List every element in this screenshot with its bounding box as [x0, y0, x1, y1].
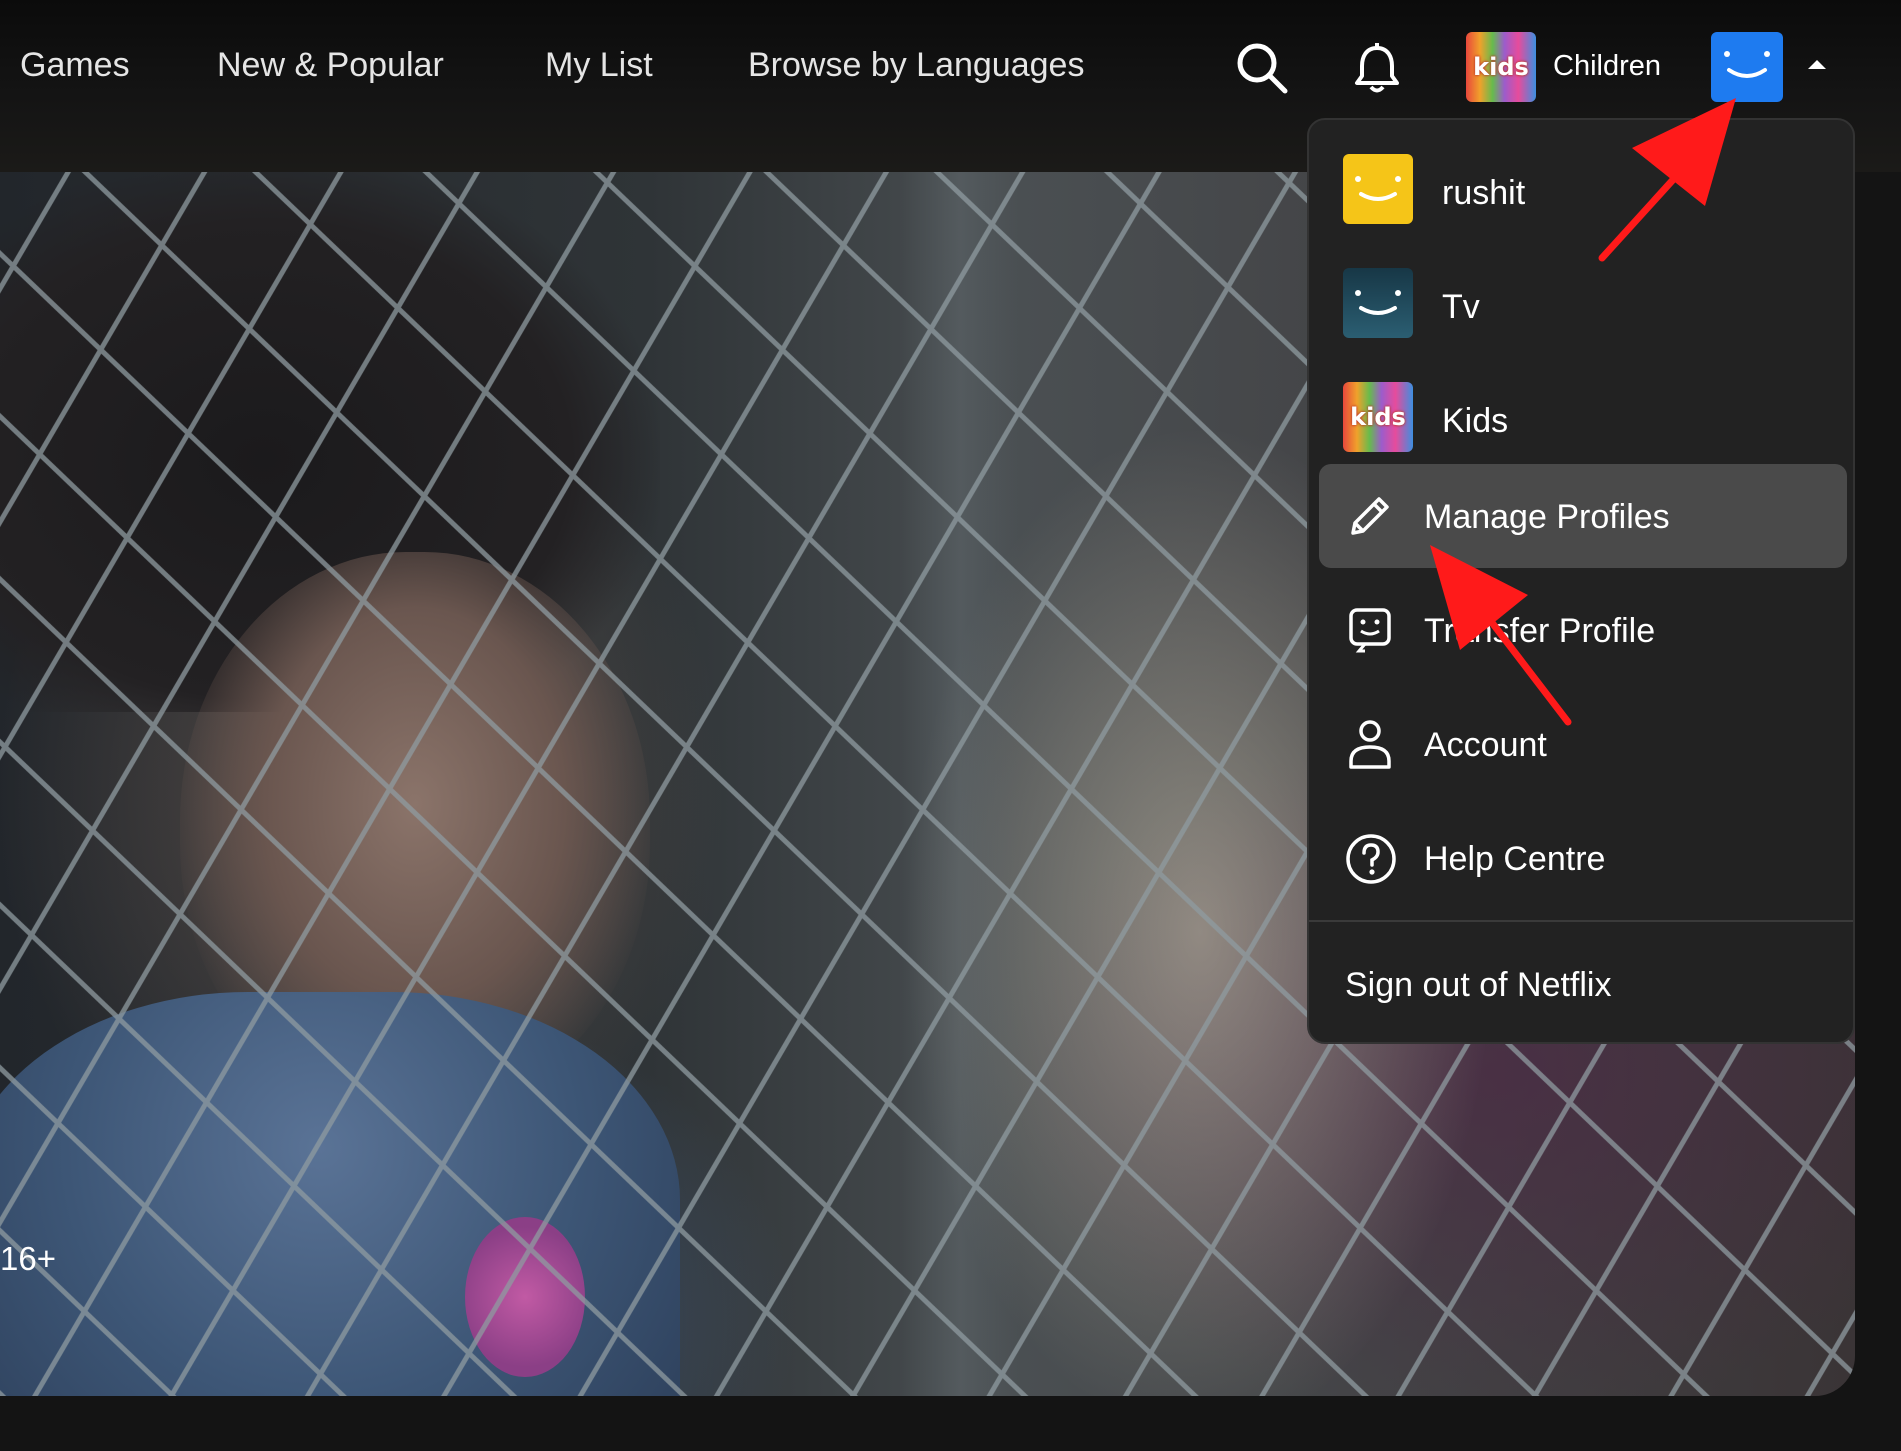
menu-help-centre[interactable]: Help Centre [1309, 806, 1853, 910]
children-link[interactable]: Children [1553, 50, 1661, 83]
help-icon [1345, 833, 1396, 884]
smiley-icon [1343, 268, 1413, 338]
nav-new-popular[interactable]: New & Popular [217, 46, 444, 85]
current-profile-avatar[interactable] [1711, 32, 1783, 102]
transfer-profile-icon [1345, 605, 1395, 655]
bell-icon[interactable] [1352, 42, 1402, 96]
smiley-icon [1727, 68, 1767, 78]
nav-my-list[interactable]: My List [545, 46, 653, 85]
kids-profile-icon: kids [1343, 382, 1413, 452]
menu-label: Account [1424, 726, 1547, 764]
menu-label: Manage Profiles [1424, 498, 1670, 536]
menu-divider [1309, 920, 1853, 922]
profile-item-kids[interactable]: kids Kids [1309, 372, 1853, 462]
menu-label: Help Centre [1424, 840, 1606, 878]
profile-name: rushit [1442, 174, 1526, 212]
search-icon[interactable] [1234, 40, 1290, 96]
caret-up-icon[interactable] [1808, 60, 1826, 69]
profile-name: Kids [1442, 402, 1509, 440]
profile-name: Tv [1442, 288, 1480, 326]
menu-manage-profiles[interactable]: Manage Profiles [1319, 464, 1847, 568]
kids-badge-text: kids [1473, 53, 1529, 81]
nav-browse-by-languages[interactable]: Browse by Languages [748, 46, 1084, 85]
menu-transfer-profile[interactable]: Transfer Profile [1309, 578, 1853, 682]
pencil-icon [1345, 491, 1395, 541]
person-icon [1345, 717, 1395, 769]
kids-profile-icon[interactable]: kids [1466, 32, 1536, 102]
smiley-icon [1343, 154, 1413, 224]
sign-out-link[interactable]: Sign out of Netflix [1345, 966, 1611, 1005]
menu-account[interactable]: Account [1309, 692, 1853, 796]
profile-item-tv[interactable]: Tv [1309, 258, 1853, 348]
nav-games[interactable]: Games [20, 46, 130, 85]
menu-label: Transfer Profile [1424, 612, 1656, 650]
maturity-rating: 16+ [0, 1240, 56, 1277]
profile-item-rushit[interactable]: rushit [1309, 144, 1853, 234]
profile-dropdown-menu: rushit Tv kids Kids Manage Profiles Tran… [1307, 118, 1855, 1044]
kids-badge-text: kids [1350, 403, 1406, 431]
